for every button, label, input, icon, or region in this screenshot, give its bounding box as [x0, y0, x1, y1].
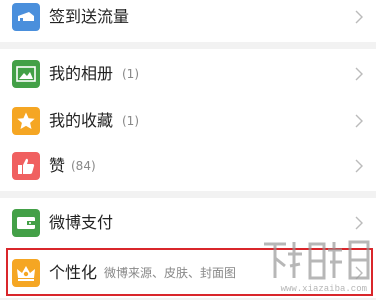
count-badge: (1) — [122, 67, 139, 81]
thumbs-up-icon — [12, 152, 40, 180]
ticket-icon — [12, 3, 40, 31]
photo-icon — [12, 60, 40, 88]
menu-item-album[interactable]: 我的相册 (1) — [0, 49, 376, 99]
chevron-right-icon — [355, 10, 363, 24]
chevron-right-icon — [355, 67, 363, 81]
menu-item-label: 签到送流量 — [49, 7, 130, 26]
count-badge: (1) — [122, 114, 139, 128]
count-badge: (84) — [71, 159, 96, 173]
menu-item-label: 微博支付 — [49, 213, 114, 232]
menu-item-pay[interactable]: 微博支付 — [0, 198, 376, 248]
highlight-box — [6, 248, 373, 296]
chevron-right-icon — [355, 159, 363, 173]
menu-item-label: 我的相册 — [49, 64, 114, 83]
chevron-right-icon — [355, 216, 363, 230]
menu-item-label: 我的收藏 — [49, 111, 114, 130]
chevron-right-icon — [355, 114, 363, 128]
menu-item-favorites[interactable]: 我的收藏 (1) — [0, 96, 376, 146]
menu-item-signin[interactable]: 签到送流量 — [0, 0, 376, 42]
menu-item-likes[interactable]: 赞 (84) — [0, 141, 376, 191]
star-icon — [12, 107, 40, 135]
menu-item-label: 赞 — [49, 156, 66, 175]
wallet-icon — [12, 209, 40, 237]
